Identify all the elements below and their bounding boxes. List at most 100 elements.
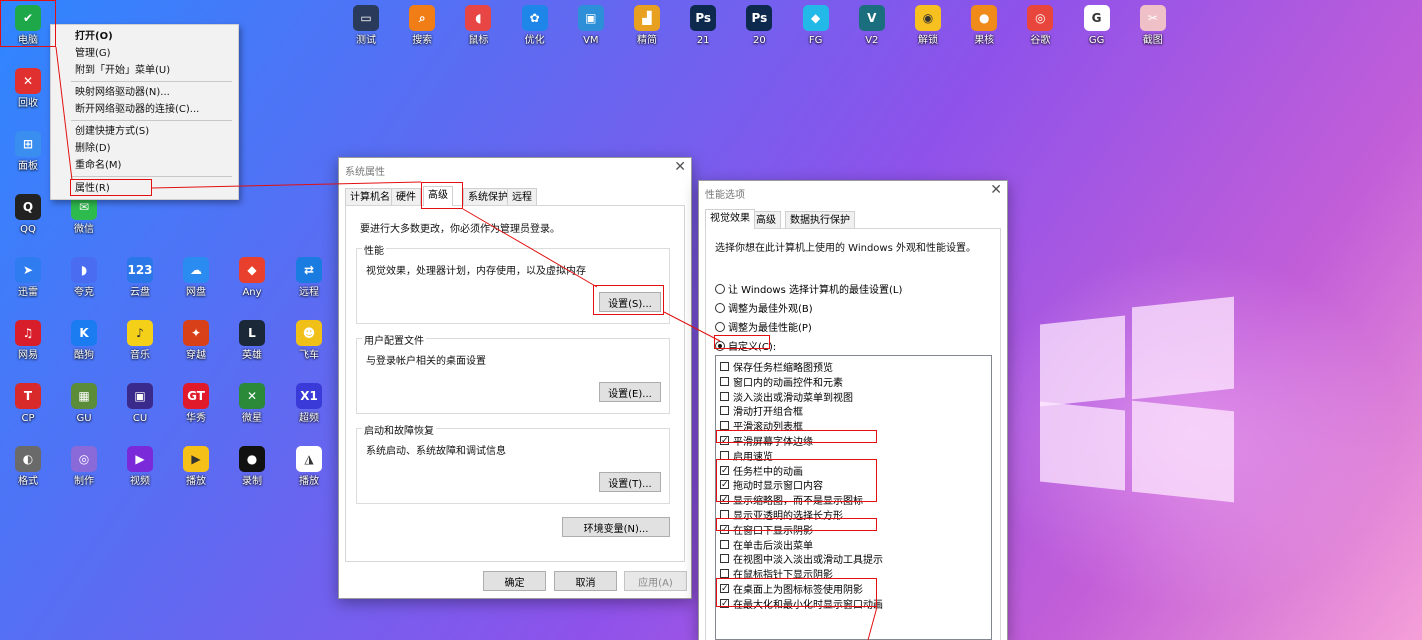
desktop-icon[interactable]: ▭ 测试	[340, 5, 392, 47]
tab-system-protection[interactable]: 系统保护	[463, 188, 513, 206]
desktop-icon[interactable]: ◉ 解锁	[902, 5, 954, 47]
desktop-icon[interactable]: ◎ 制作	[58, 446, 110, 488]
visual-effect-option[interactable]: 平滑屏幕字体边缘	[720, 434, 813, 448]
desktop-icon[interactable]: ⌕ 搜索	[396, 5, 448, 47]
visual-effect-option[interactable]: 拖动时显示窗口内容	[720, 478, 823, 492]
desktop-icon[interactable]: ✉ 微信	[58, 194, 110, 236]
desktop-icon[interactable]: ▦ GU	[58, 383, 110, 425]
visual-effect-option[interactable]: 在鼠标指针下显示阴影	[720, 567, 833, 581]
desktop-icon[interactable]: ▟ 精简	[621, 5, 673, 47]
desktop-icon[interactable]: ◆ FG	[790, 5, 842, 47]
desktop-icon[interactable]: ▶ 播放	[170, 446, 222, 488]
ok-button[interactable]: 确定	[483, 571, 546, 591]
desktop-icon[interactable]: ▣ CU	[114, 383, 166, 425]
radio-custom[interactable]: 自定义(C):	[715, 338, 776, 353]
checkbox-unchecked[interactable]	[720, 376, 729, 386]
menu-item-delete[interactable]: 删除(D)	[75, 141, 111, 156]
tab-advanced[interactable]: 高级	[423, 186, 453, 206]
desktop-icon[interactable]: ♪ 音乐	[114, 320, 166, 362]
startup-recovery-settings-button[interactable]: 设置(T)...	[599, 472, 661, 492]
visual-effect-option[interactable]: 在最大化和最小化时显示窗口动画	[720, 597, 883, 611]
radio-best-performance[interactable]: 调整为最佳性能(P)	[715, 319, 812, 334]
menu-item-rename[interactable]: 重命名(M)	[75, 158, 121, 173]
visual-effect-option[interactable]: 在视图中淡入淡出或滑动工具提示	[720, 552, 883, 566]
radio-let-windows-choose[interactable]: 让 Windows 选择计算机的最佳设置(L)	[715, 281, 902, 296]
visual-effect-option[interactable]: 显示缩略图，而不是显示图标	[720, 493, 863, 507]
checkbox-checked[interactable]	[720, 584, 729, 593]
visual-effect-option[interactable]: 启用速览	[720, 449, 773, 463]
menu-item-map-drive[interactable]: 映射网络驱动器(N)...	[75, 85, 170, 100]
visual-effect-option[interactable]: 保存任务栏缩略图预览	[720, 360, 833, 374]
desktop-icon[interactable]: ◎ 谷歌	[1014, 5, 1066, 47]
visual-effect-option[interactable]: 平滑滚动列表框	[720, 419, 803, 433]
desktop-icon[interactable]: Ps 20	[733, 5, 785, 47]
desktop-icon[interactable]: T CP	[2, 383, 54, 425]
desktop-icon[interactable]: ✦ 穿越	[170, 320, 222, 362]
desktop-icon[interactable]: ● 果核	[958, 5, 1010, 47]
desktop-icon[interactable]: X1 超频	[283, 383, 335, 425]
desktop-icon[interactable]: GT 华秀	[170, 383, 222, 425]
user-profiles-settings-button[interactable]: 设置(E)...	[599, 382, 661, 402]
desktop-icon[interactable]: ✔ 电脑	[2, 5, 54, 47]
desktop-icon[interactable]: ⊞ 面板	[2, 131, 54, 173]
tab-remote[interactable]: 远程	[507, 188, 537, 206]
checkbox-checked[interactable]	[720, 465, 729, 475]
menu-item-create-shortcut[interactable]: 创建快捷方式(S)	[75, 124, 149, 139]
tab-advanced[interactable]: 高级	[751, 211, 781, 229]
desktop-icon[interactable]: ◖ 鼠标	[452, 5, 504, 47]
checkbox-unchecked[interactable]	[720, 362, 729, 371]
desktop-icon[interactable]: L 英雄	[226, 320, 278, 362]
desktop-icon[interactable]: ✿ 优化	[509, 5, 561, 47]
environment-variables-button[interactable]: 环境变量(N)...	[562, 517, 670, 537]
radio-best-appearance[interactable]: 调整为最佳外观(B)	[715, 300, 813, 315]
desktop-icon[interactable]: ◐ 格式	[2, 446, 54, 488]
desktop-icon[interactable]: ✕ 微星	[226, 383, 278, 425]
visual-effect-option[interactable]: 显示亚透明的选择长方形	[720, 508, 843, 522]
desktop-icon[interactable]: ✂ 截图	[1127, 5, 1179, 47]
desktop-icon[interactable]: Q QQ	[2, 194, 54, 236]
desktop-icon[interactable]: ➤ 迅雷	[2, 257, 54, 299]
desktop-icon[interactable]: ▶ 视频	[114, 446, 166, 488]
visual-effect-option[interactable]: 任务栏中的动画	[720, 464, 803, 478]
desktop-icon[interactable]: ☁ 网盘	[170, 257, 222, 299]
checkbox-unchecked[interactable]	[720, 510, 729, 519]
apply-button[interactable]: 应用(A)	[624, 571, 687, 591]
checkbox-unchecked[interactable]	[720, 391, 729, 401]
desktop-icon[interactable]: ✕ 回收	[2, 68, 54, 110]
desktop-icon[interactable]: ◆ Any	[226, 257, 278, 299]
checkbox-checked[interactable]	[720, 495, 729, 505]
checkbox-unchecked[interactable]	[720, 554, 729, 564]
tab-dep[interactable]: 数据执行保护	[785, 211, 855, 229]
checkbox-checked[interactable]	[720, 524, 729, 534]
desktop-icon[interactable]: 123 云盘	[114, 257, 166, 299]
visual-effect-option[interactable]: 淡入淡出或滑动菜单到视图	[720, 390, 853, 404]
menu-item-pin-start[interactable]: 附到「开始」菜单(U)	[75, 63, 170, 78]
checkbox-unchecked[interactable]	[720, 569, 729, 579]
tab-visual-effects[interactable]: 视觉效果	[705, 209, 755, 229]
checkbox-unchecked[interactable]	[720, 421, 729, 431]
menu-item-disconnect-drive[interactable]: 断开网络驱动器的连接(C)...	[75, 102, 199, 117]
desktop-icon[interactable]: ♫ 网易	[2, 320, 54, 362]
menu-item-open[interactable]: 打开(O)	[75, 29, 113, 44]
visual-effects-list[interactable]: 保存任务栏缩略图预览 窗口内的动画控件和元素 淡入淡出或滑动菜单到视图 滑动打开组合框…	[715, 355, 992, 640]
checkbox-unchecked[interactable]	[720, 406, 729, 416]
desktop-icon[interactable]: V V2	[846, 5, 898, 47]
desktop-icon[interactable]: ☻ 飞车	[283, 320, 335, 362]
visual-effect-option[interactable]: 滑动打开组合框	[720, 404, 803, 418]
visual-effect-option[interactable]: 在窗口下显示阴影	[720, 523, 813, 537]
desktop-icon[interactable]: ◮ 播放	[283, 446, 335, 488]
checkbox-checked[interactable]	[720, 436, 729, 445]
close-icon[interactable]: ✕	[674, 159, 686, 175]
menu-item-manage[interactable]: 管理(G)	[75, 46, 111, 61]
desktop-icon[interactable]: ● 录制	[226, 446, 278, 488]
desktop-icon[interactable]: ◗ 夸克	[58, 257, 110, 299]
tab-hardware[interactable]: 硬件	[391, 188, 421, 206]
checkbox-unchecked[interactable]	[720, 450, 729, 460]
checkbox-unchecked[interactable]	[720, 539, 729, 549]
visual-effect-option[interactable]: 窗口内的动画控件和元素	[720, 375, 843, 389]
desktop-icon[interactable]: ▣ VM	[565, 5, 617, 47]
checkbox-checked[interactable]	[720, 480, 729, 490]
desktop-icon[interactable]: K 酷狗	[58, 320, 110, 362]
tab-computer-name[interactable]: 计算机名	[345, 188, 395, 206]
visual-effect-option[interactable]: 在桌面上为图标标签使用阴影	[720, 582, 863, 596]
